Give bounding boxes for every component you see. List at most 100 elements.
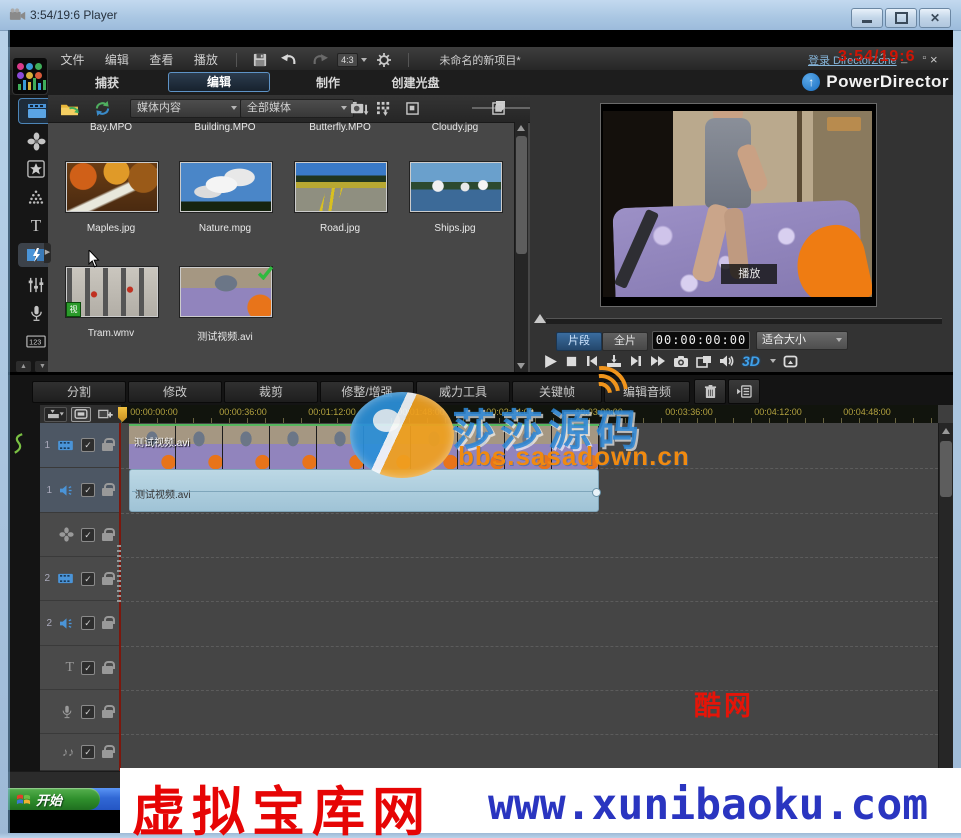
delete-button[interactable] — [694, 379, 726, 404]
panel-expander-arrow[interactable]: ▶ — [44, 243, 51, 263]
movie-mode-button[interactable]: 全片 — [602, 332, 648, 351]
modify-button[interactable]: 修改 — [128, 381, 222, 403]
track-enable-checkbox[interactable] — [81, 661, 95, 675]
track-header-music[interactable]: ♪♪ — [40, 734, 121, 771]
timeline-scrollbar[interactable] — [938, 423, 953, 771]
snapshot-button[interactable] — [673, 355, 689, 368]
menu-view[interactable]: 查看 — [141, 47, 181, 72]
library-scrollbar[interactable] — [514, 122, 528, 372]
play-button[interactable] — [543, 354, 558, 369]
menu-play[interactable]: 播放 — [186, 47, 226, 72]
trim-button[interactable]: 裁剪 — [224, 381, 318, 403]
grid-download-icon[interactable] — [376, 101, 393, 116]
tab-edit[interactable]: 编辑 — [168, 72, 270, 92]
timeline-audio-clip[interactable]: 测试视频.avi — [129, 469, 599, 512]
stop-button[interactable] — [565, 355, 578, 368]
timeline-view-button[interactable] — [71, 407, 91, 422]
preview-window-button[interactable] — [696, 355, 712, 368]
media-item-label[interactable]: Bay.MPO — [63, 122, 159, 133]
track-header-audio-2[interactable]: 2 — [40, 601, 121, 646]
media-item-label[interactable]: Butterfly.MPO — [292, 122, 388, 133]
header-splitter-handle[interactable] — [117, 545, 121, 603]
tab-produce[interactable]: 制作 — [283, 74, 373, 91]
media-item-label[interactable]: Tram.wmv — [63, 328, 159, 339]
timecode-display[interactable]: 00:00:00:00 — [652, 331, 750, 350]
media-item-label[interactable]: Nature.mpg — [177, 223, 273, 234]
import-folder-icon[interactable] — [60, 101, 79, 116]
capture-download-icon[interactable] — [350, 101, 369, 116]
undo-icon[interactable] — [281, 53, 297, 66]
track-enable-checkbox[interactable] — [81, 483, 95, 497]
track-lock-icon[interactable] — [102, 705, 114, 719]
zoom-fit-dropdown[interactable]: 适合大小 — [756, 331, 848, 350]
window-maximize-button[interactable] — [885, 8, 917, 28]
track-manager-button[interactable] — [728, 379, 760, 404]
aspect-ratio-dropdown[interactable]: 4:3 — [337, 53, 358, 67]
track-header-title[interactable]: T — [40, 646, 121, 690]
media-item-label[interactable]: Ships.jpg — [407, 223, 503, 234]
volume-button[interactable] — [719, 354, 735, 368]
timeline-content-area[interactable]: 测试视频.avi 测试视频.avi — [121, 423, 938, 771]
media-thumbnail-nature[interactable] — [180, 162, 272, 212]
clip-resize-handle[interactable] — [592, 488, 601, 497]
upgrade-arrow-icon[interactable]: ↑ — [802, 73, 820, 91]
track-ruler-dropdown-button[interactable] — [44, 407, 67, 422]
app-close-icon[interactable]: × — [930, 52, 938, 67]
scroll-down-arrow[interactable] — [517, 363, 525, 369]
track-header-voice[interactable] — [40, 690, 121, 734]
threed-dropdown-arrow[interactable] — [770, 359, 776, 363]
split-button[interactable]: 分割 — [32, 381, 126, 403]
media-thumbnail-tram[interactable]: 视 — [66, 267, 158, 317]
threed-mode-button[interactable]: 3D — [742, 353, 760, 369]
track-header-video-2[interactable]: 2 — [40, 557, 121, 601]
media-item-label[interactable]: Building.MPO — [177, 122, 273, 133]
media-thumbnail-road[interactable] — [295, 162, 387, 212]
media-item-label[interactable]: Road.jpg — [292, 223, 388, 234]
preview-video-frame[interactable]: 播放 — [600, 103, 877, 307]
track-enable-checkbox[interactable] — [81, 745, 95, 759]
media-item-label[interactable]: 测试视频.avi — [177, 328, 273, 343]
window-minimize-button[interactable] — [851, 8, 883, 28]
media-thumbnail-maples[interactable] — [66, 162, 158, 212]
next-frame-button[interactable] — [629, 354, 643, 368]
track-lock-icon[interactable] — [102, 572, 114, 586]
track-enable-checkbox[interactable] — [81, 705, 95, 719]
save-icon[interactable] — [253, 53, 267, 67]
track-lock-icon[interactable] — [102, 438, 114, 452]
fullscreen-button[interactable] — [783, 355, 798, 368]
track-enable-checkbox[interactable] — [81, 572, 95, 586]
fast-forward-button[interactable] — [650, 354, 666, 368]
track-lock-icon[interactable] — [102, 616, 114, 630]
redo-icon[interactable] — [312, 53, 328, 66]
preview-seek-thumb[interactable] — [534, 314, 546, 323]
track-enable-checkbox[interactable] — [81, 616, 95, 630]
track-header-video-1[interactable]: 1 — [40, 423, 121, 468]
track-lock-icon[interactable] — [102, 661, 114, 675]
track-lock-icon[interactable] — [102, 528, 114, 542]
media-thumbnail-testvideo[interactable] — [180, 267, 272, 317]
small-thumbnail-icon[interactable] — [406, 102, 419, 115]
library-scrollbar-thumb[interactable] — [516, 136, 527, 254]
tab-capture[interactable]: 捕获 — [62, 74, 152, 91]
menu-file[interactable]: 文件 — [52, 47, 92, 72]
media-thumbnail-ships[interactable] — [410, 162, 502, 212]
window-close-button[interactable]: ✕ — [919, 8, 951, 28]
tab-create-disc[interactable]: 创建光盘 — [368, 74, 463, 91]
start-button[interactable]: 开始 — [8, 788, 100, 810]
timeline-scrollbar-thumb[interactable] — [940, 441, 952, 497]
track-header-audio-1[interactable]: 1 — [40, 468, 121, 513]
media-item-label[interactable]: Maples.jpg — [63, 223, 159, 234]
track-enable-checkbox[interactable] — [81, 528, 95, 542]
track-enable-checkbox[interactable] — [81, 438, 95, 452]
track-header-effect[interactable] — [40, 513, 121, 557]
library-source-dropdown[interactable]: 媒体内容 — [130, 99, 244, 118]
large-thumbnail-icon[interactable] — [492, 102, 505, 115]
track-lock-icon[interactable] — [102, 483, 114, 497]
preview-seek-bar[interactable] — [546, 318, 942, 324]
sidebar-scroll-up-button[interactable]: ▲ — [16, 361, 31, 372]
track-lock-icon[interactable] — [102, 745, 114, 759]
clip-mode-button[interactable]: 片段 — [556, 332, 602, 351]
scroll-up-arrow[interactable] — [942, 428, 950, 434]
menu-edit[interactable]: 编辑 — [97, 47, 137, 72]
media-item-label[interactable]: Cloudy.jpg — [407, 122, 503, 133]
